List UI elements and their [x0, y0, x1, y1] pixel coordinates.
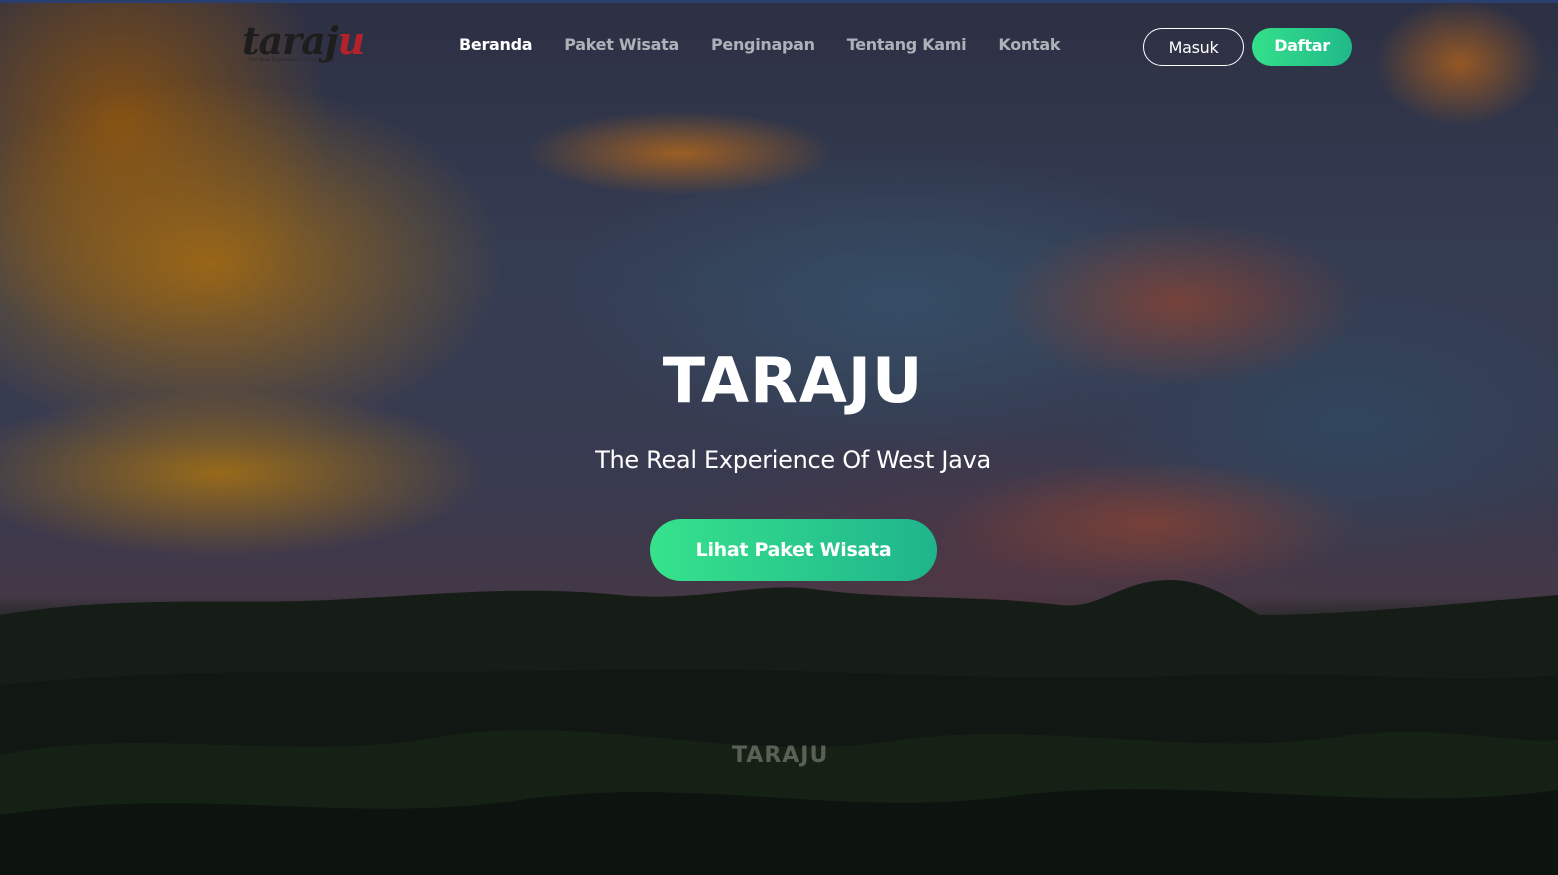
nav-link-penginapan[interactable]: Penginapan	[711, 35, 815, 54]
nav-links: Beranda Paket Wisata Penginapan Tentang …	[459, 35, 1060, 54]
taraju-sign: TARAJU	[732, 743, 829, 768]
hero-title: TARAJU	[662, 344, 924, 417]
logo-tagline: The Real Experience Of West Java	[248, 57, 335, 63]
nav-link-paket-wisata[interactable]: Paket Wisata	[564, 35, 679, 54]
nav-link-tentang-kami[interactable]: Tentang Kami	[847, 35, 967, 54]
nav-link-beranda[interactable]: Beranda	[459, 35, 533, 54]
view-packages-button[interactable]: Lihat Paket Wisata	[650, 519, 937, 581]
hero-subtitle: The Real Experience Of West Java	[595, 446, 991, 474]
brand-logo[interactable]: taraju The Real Experience Of West Java	[242, 19, 365, 71]
hero-section: TARAJU taraju The Real Experience Of Wes…	[0, 0, 1558, 875]
nav-link-kontak[interactable]: Kontak	[998, 35, 1060, 54]
register-button[interactable]: Daftar	[1252, 28, 1352, 66]
login-button[interactable]: Masuk	[1143, 28, 1244, 66]
navbar: taraju The Real Experience Of West Java …	[0, 3, 1558, 89]
